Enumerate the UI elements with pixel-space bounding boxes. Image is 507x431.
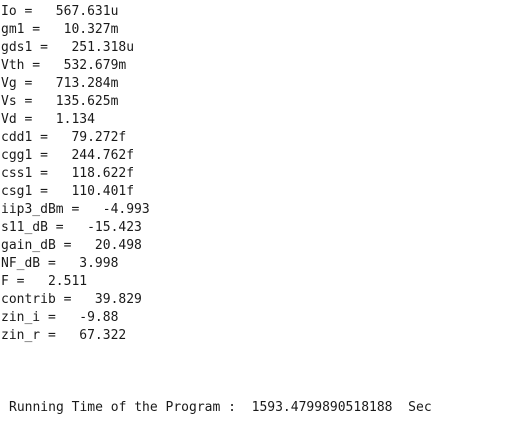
output-line: gds1 = 251.318u <box>1 40 135 55</box>
output-line: iip3_dBm = -4.993 <box>1 202 150 217</box>
output-line: zin_r = 67.322 <box>1 328 127 343</box>
output-line: Io = 567.631u <box>1 4 119 19</box>
output-line: Vs = 135.625m <box>1 94 119 109</box>
output-line: Vth = 532.679m <box>1 58 127 73</box>
output-line: s11_dB = -15.423 <box>1 220 142 235</box>
output-line: NF_dB = 3.998 <box>1 256 119 271</box>
output-line: F = 2.511 <box>1 274 88 289</box>
running-time-line: Running Time of the Program : 1593.47998… <box>9 400 432 415</box>
output-line: cgg1 = 244.762f <box>1 148 135 163</box>
output-line: css1 = 118.622f <box>1 166 135 181</box>
output-line: Vg = 713.284m <box>1 76 119 91</box>
output-line: gm1 = 10.327m <box>1 22 119 37</box>
output-line: cdd1 = 79.272f <box>1 130 127 145</box>
output-line: csg1 = 110.401f <box>1 184 135 199</box>
output-line: Vd = 1.134 <box>1 112 95 127</box>
console-output: Io = 567.631u gm1 = 10.327m gds1 = 251.318… <box>0 0 507 431</box>
output-line: zin_i = -9.88 <box>1 310 119 325</box>
output-line: gain_dB = 20.498 <box>1 238 142 253</box>
output-line: contrib = 39.829 <box>1 292 142 307</box>
